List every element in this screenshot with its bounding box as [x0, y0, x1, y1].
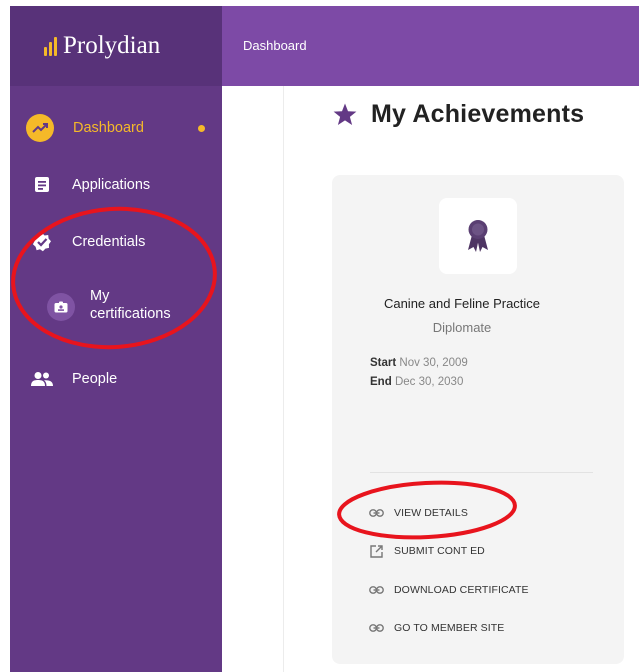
view-details-button[interactable]: VIEW DETAILS — [368, 505, 468, 521]
logo-mark-icon — [44, 36, 57, 56]
page-title-text: My Achievements — [371, 100, 585, 128]
end-label: End — [370, 376, 392, 388]
go-to-member-site-button[interactable]: GO TO MEMBER SITE — [368, 620, 504, 636]
verified-badge-icon — [32, 232, 52, 252]
active-indicator-dot — [198, 125, 205, 132]
sidebar-item-label: Credentials — [72, 234, 146, 250]
award-ribbon-icon — [468, 220, 488, 252]
link-icon — [368, 620, 384, 636]
sidebar-item-people[interactable]: People — [10, 366, 222, 392]
action-label: VIEW DETAILS — [394, 507, 468, 519]
credential-title: Canine and Feline Practice — [383, 296, 541, 311]
credential-subtitle: Diplomate — [432, 320, 492, 335]
sidebar-item-label: Dashboard — [73, 120, 144, 136]
action-label: GO TO MEMBER SITE — [394, 622, 505, 634]
download-certificate-button[interactable]: DOWNLOAD CERTIFICATE — [368, 582, 529, 598]
card-divider — [370, 472, 593, 473]
brand-name: Prolydian — [63, 32, 161, 59]
link-icon — [368, 582, 384, 598]
page-title: My Achievements — [333, 100, 584, 129]
sidebar-item-credentials[interactable]: Credentials — [10, 229, 222, 255]
start-value: Nov 30, 2009 — [399, 357, 468, 369]
start-date: Start Nov 30, 2009 — [370, 357, 468, 369]
submit-cont-ed-button[interactable]: SUBMIT CONT ED — [368, 543, 485, 559]
sidebar-item-applications[interactable]: Applications — [10, 172, 222, 198]
sidebar-item-my-certifications[interactable]: My certifications — [10, 284, 222, 328]
sidebar-item-dashboard[interactable]: Dashboard — [10, 112, 222, 144]
document-icon — [34, 176, 50, 193]
star-icon — [333, 103, 357, 125]
trending-icon — [26, 114, 54, 142]
external-link-icon — [368, 543, 384, 559]
breadcrumb[interactable]: Dashboard — [243, 38, 307, 53]
action-label: DOWNLOAD CERTIFICATE — [394, 584, 529, 596]
content-gutter — [222, 86, 284, 672]
end-value: Dec 30, 2030 — [394, 376, 464, 388]
badge-container — [439, 198, 517, 274]
end-date: End Dec 30, 2030 — [370, 376, 463, 388]
sidebar-item-label: My certifications — [90, 288, 171, 322]
action-label: SUBMIT CONT ED — [394, 545, 485, 557]
achievement-card: Canine and Feline Practice Diplomate Sta… — [332, 175, 624, 664]
top-header: Dashboard — [222, 6, 639, 86]
brand-logo[interactable]: Prolydian — [10, 6, 222, 86]
id-badge-icon — [47, 293, 75, 321]
people-icon — [30, 371, 54, 387]
sidebar-item-label: Applications — [72, 177, 151, 193]
start-label: Start — [370, 357, 397, 369]
sidebar-item-label: People — [72, 371, 118, 387]
sidebar: Prolydian Dashboard Applications Credent… — [10, 6, 222, 672]
link-icon — [368, 505, 384, 521]
